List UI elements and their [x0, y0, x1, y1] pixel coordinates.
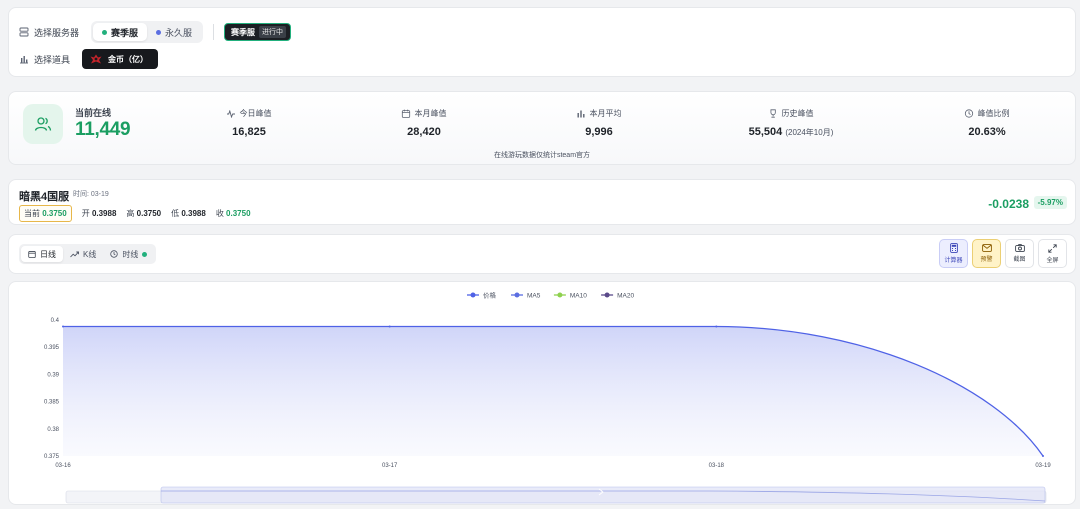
item-select-button[interactable]: 金币（亿）	[82, 49, 159, 69]
server-toggle: 赛季服 永久服	[91, 21, 204, 43]
price-change-percent: -5.97%	[1033, 196, 1067, 209]
legend-label: 价格	[483, 291, 497, 300]
expand-icon	[1048, 243, 1057, 253]
camera-icon	[1014, 244, 1025, 252]
calendar-icon	[28, 251, 36, 258]
clock-icon	[110, 250, 119, 258]
legend-item[interactable]: MA10	[553, 292, 587, 300]
legend-marker	[470, 292, 476, 298]
server-icon	[19, 27, 29, 37]
x-axis: 03-16 03-17 03-18 03-19	[55, 463, 1051, 469]
price-point[interactable]	[62, 325, 64, 328]
alert-button[interactable]: 预警	[972, 239, 1001, 268]
open-price: 开 0.3988	[81, 209, 117, 218]
server-option-season[interactable]: 赛季服	[93, 23, 148, 41]
historical-peak-date: (2024年10月)	[785, 128, 834, 137]
item-select-label: 选择道具	[34, 54, 71, 65]
bar-chart-icon	[577, 110, 585, 118]
y-tick-label: 0.4	[51, 318, 60, 324]
stat-month-peak: 本月峰值 28,420	[401, 108, 447, 138]
trend-up-icon	[70, 251, 79, 257]
legend-marker	[557, 292, 563, 298]
divider	[213, 24, 215, 40]
current-online-value: 11,449	[75, 119, 131, 140]
status-dot-icon	[156, 29, 162, 35]
selection-panel: 选择服务器 赛季服 永久服 赛季服 进行中 选择道具 金币（亿）	[8, 7, 1076, 77]
legend-label: MA10	[570, 293, 587, 300]
item-select-row: 选择道具 金币（亿）	[19, 49, 159, 69]
market-time: 时间: 03-19	[73, 191, 109, 198]
legend-item[interactable]: MA20	[601, 292, 634, 300]
market-title: 暗黑4国服	[19, 191, 70, 203]
bar-chart-icon	[20, 56, 28, 64]
price-area	[63, 326, 1043, 456]
chart-tools: 计算器 预警 截图 全屏	[939, 239, 1067, 268]
season-status-text: 进行中	[259, 26, 287, 38]
legend-marker	[514, 292, 520, 298]
current-price-badge: 当前 0.3750	[19, 205, 72, 222]
stat-peak-ratio: 峰值比例 20.63%	[964, 108, 1010, 138]
legend-label: MA5	[527, 293, 541, 300]
zoom-slider[interactable]	[65, 486, 1047, 504]
price-point[interactable]	[715, 325, 718, 328]
server-select-row: 选择服务器 赛季服 永久服 赛季服 进行中	[19, 21, 292, 43]
status-dot-icon	[102, 29, 108, 35]
market-quote-panel: 暗黑4国服 时间: 03-19 当前 0.3750 开 0.3988 高 0.3…	[8, 179, 1076, 225]
current-price-value: 0.3750	[42, 209, 67, 218]
current-online-label: 当前在线	[75, 108, 112, 118]
season-status-badge: 赛季服 进行中	[224, 23, 292, 41]
x-tick-label: 03-16	[55, 463, 71, 469]
price-point[interactable]	[388, 325, 391, 328]
stat-month-average: 本月平均 9,996	[577, 108, 622, 138]
calendar-icon	[401, 109, 411, 118]
chart-mode-tabs: 日线 K线 时线	[19, 244, 157, 264]
x-tick-label: 03-18	[709, 463, 725, 469]
tab-kline[interactable]: K线	[63, 246, 103, 262]
online-users-badge	[23, 104, 63, 144]
y-tick-label: 0.385	[44, 400, 60, 406]
legend-item[interactable]: MA5	[511, 292, 541, 300]
x-tick-label: 03-19	[1035, 463, 1051, 469]
pulse-icon	[227, 109, 235, 118]
close-price: 收 0.3750	[215, 209, 251, 218]
users-icon	[34, 117, 52, 131]
y-tick-label: 0.39	[47, 372, 59, 378]
server-select-label: 选择服务器	[34, 27, 80, 38]
chart-legend: 价格 MA5 MA10 MA20	[467, 291, 634, 300]
clock-icon	[964, 109, 974, 118]
gold-coin-icon	[90, 54, 102, 64]
high-price: 高 0.3750	[126, 209, 162, 218]
price-point[interactable]	[1042, 455, 1044, 457]
stat-today-peak: 今日峰值 16,825	[227, 108, 272, 138]
price-change: -0.0238	[988, 197, 1029, 211]
price-chart-panel: 价格 MA5 MA10 MA20 0.4 0.395 0.39 0.385 0.38 0.375…	[8, 281, 1076, 505]
server-option-permanent[interactable]: 永久服	[147, 23, 201, 41]
price-chart: 价格 MA5 MA10 MA20 0.4 0.395 0.39 0.385 0.38 0.375…	[44, 291, 1051, 504]
x-tick-label: 03-17	[382, 463, 398, 469]
y-tick-label: 0.38	[47, 427, 59, 433]
live-dot-icon	[142, 251, 148, 257]
mail-icon	[981, 244, 992, 252]
trophy-icon	[770, 109, 776, 118]
screenshot-button[interactable]: 截图	[1005, 239, 1034, 268]
low-price: 低 0.3988	[171, 209, 206, 218]
ohlc-row: 当前 0.3750 开 0.3988 高 0.3750 低 0.3988 收 0…	[19, 205, 251, 222]
calculator-icon	[949, 243, 958, 253]
y-tick-label: 0.395	[44, 345, 60, 351]
calculator-button[interactable]: 计算器	[939, 239, 968, 268]
stats-footnote: 在线游玩数据仅统计steam官方	[493, 152, 591, 159]
y-tick-label: 0.375	[44, 454, 60, 460]
legend-label: MA20	[617, 293, 634, 300]
fullscreen-button[interactable]: 全屏	[1038, 239, 1067, 268]
online-stats-panel: 当前在线 11,449 今日峰值 16,825 本月峰值 28,420 本月平均…	[8, 91, 1076, 165]
tab-hourly[interactable]: 时线	[103, 246, 154, 262]
y-axis: 0.4 0.395 0.39 0.385 0.38 0.375	[44, 318, 60, 460]
tab-daily[interactable]: 日线	[21, 246, 63, 262]
stat-historical-peak: 历史峰值 55,504 (2024年10月)	[748, 109, 834, 138]
chart-toolbar: 日线 K线 时线 计算器 预警 截图 全屏	[8, 234, 1076, 274]
legend-marker	[604, 292, 610, 298]
legend-item[interactable]: 价格	[467, 291, 497, 300]
